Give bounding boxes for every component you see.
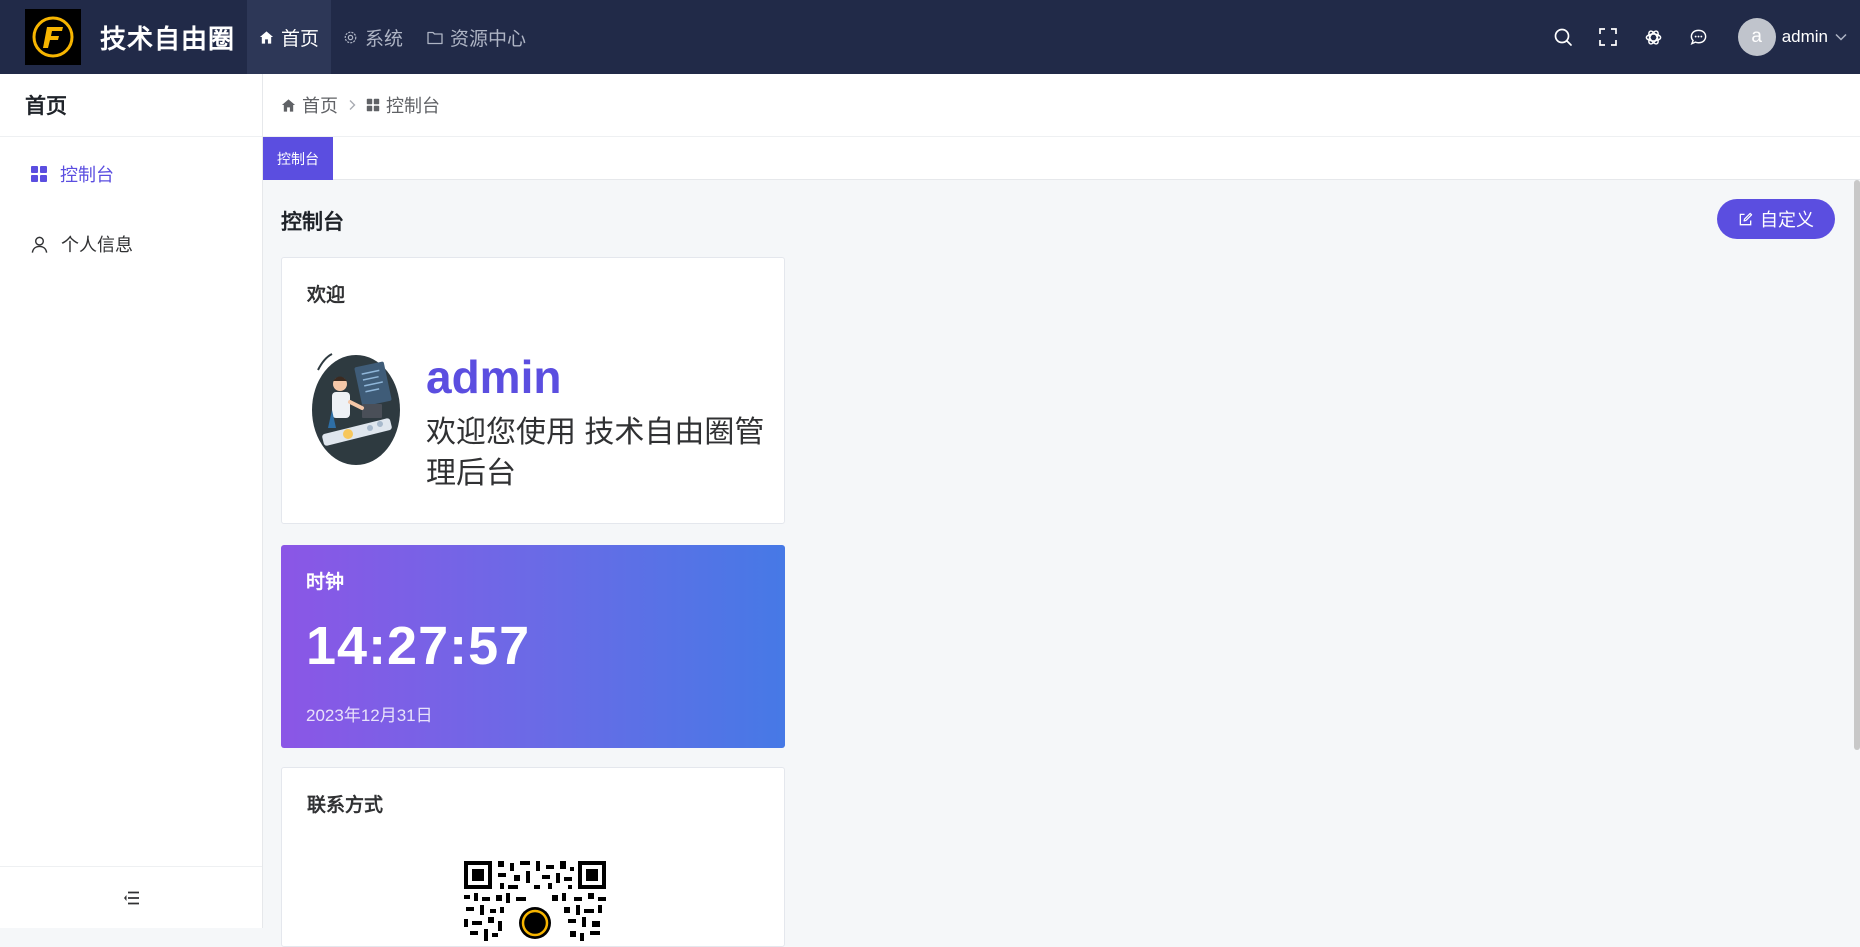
breadcrumb-label: 首页 bbox=[302, 96, 338, 116]
nav-item-system[interactable]: 系统 bbox=[331, 0, 415, 74]
welcome-message: 欢迎您使用 技术自由圈管理后台 bbox=[426, 416, 765, 490]
sidebar-collapse-button[interactable] bbox=[0, 866, 262, 928]
customize-button[interactable]: 自定义 bbox=[1717, 199, 1835, 239]
tab-bar: 控制台 bbox=[263, 137, 1860, 180]
chevron-down-icon bbox=[1835, 33, 1847, 41]
fullscreen-button[interactable] bbox=[1586, 15, 1631, 60]
qr-code bbox=[464, 861, 606, 941]
card-title: 联系方式 bbox=[307, 795, 384, 816]
tab-dashboard[interactable]: 控制台 bbox=[263, 137, 333, 180]
openai-button[interactable] bbox=[1631, 15, 1676, 60]
sidebar-item-profile[interactable]: 个人信息 bbox=[0, 209, 262, 279]
user-icon bbox=[31, 236, 48, 253]
breadcrumb: 首页 控制台 bbox=[263, 74, 1860, 137]
card-title: 欢迎 bbox=[307, 285, 346, 306]
avatar: a bbox=[1737, 18, 1776, 56]
main-content: 控制台 自定义 欢迎 admin 欢迎您使用 技术自由圈管理后台 时钟 14:2… bbox=[263, 180, 1860, 947]
sidebar-title: 首页 bbox=[0, 74, 262, 137]
developer-illustration bbox=[312, 353, 400, 465]
chat-button[interactable] bbox=[1676, 15, 1721, 60]
clock-card: 时钟 14:27:57 2023年12月31日 bbox=[281, 545, 785, 748]
nav-item-label: 首页 bbox=[281, 28, 320, 50]
top-navbar: 技术自由圈 首页 系统 资源中心 a admin bbox=[0, 0, 1860, 74]
folder-icon bbox=[427, 31, 443, 44]
sidebar: 首页 控制台 个人信息 bbox=[0, 74, 263, 928]
search-icon bbox=[1554, 28, 1573, 46]
openai-icon bbox=[1645, 29, 1662, 45]
dashboard-grid-icon bbox=[31, 166, 47, 182]
header-tools: a admin bbox=[1541, 0, 1860, 74]
breadcrumb-label: 控制台 bbox=[386, 96, 440, 116]
page-title: 控制台 bbox=[281, 211, 344, 234]
breadcrumb-item-home[interactable]: 首页 bbox=[281, 92, 338, 118]
edit-icon bbox=[1739, 212, 1753, 225]
clock-date: 2023年12月31日 bbox=[306, 706, 433, 725]
nav-item-label: 系统 bbox=[365, 28, 404, 50]
sidebar-item-label: 个人信息 bbox=[61, 235, 133, 255]
brand-title: 技术自由圈 bbox=[100, 23, 236, 54]
nav-item-label: 资源中心 bbox=[450, 28, 527, 50]
sidebar-item-label: 控制台 bbox=[60, 165, 114, 185]
clock-time: 14:27:57 bbox=[306, 616, 531, 676]
top-nav: 首页 系统 资源中心 bbox=[247, 0, 538, 74]
breadcrumb-item-dashboard[interactable]: 控制台 bbox=[366, 92, 440, 118]
nav-item-home[interactable]: 首页 bbox=[247, 0, 332, 74]
gear-icon bbox=[344, 31, 357, 43]
user-name: admin bbox=[1781, 27, 1828, 46]
user-menu[interactable]: a admin bbox=[1737, 18, 1848, 56]
home-icon bbox=[259, 30, 274, 44]
brand-logo bbox=[25, 9, 81, 65]
fullscreen-icon bbox=[1599, 28, 1618, 46]
contact-card: 联系方式 bbox=[281, 767, 785, 947]
menu-fold-icon bbox=[123, 891, 139, 904]
customize-button-label: 自定义 bbox=[1760, 210, 1814, 230]
welcome-username: admin bbox=[426, 351, 562, 403]
brand[interactable]: 技术自由圈 bbox=[0, 0, 247, 74]
search-button[interactable] bbox=[1541, 15, 1586, 60]
welcome-card: 欢迎 admin 欢迎您使用 技术自由圈管理后台 bbox=[281, 257, 785, 524]
dashboard-grid-icon bbox=[366, 98, 380, 112]
chat-icon bbox=[1690, 29, 1707, 45]
chevron-right-icon bbox=[349, 100, 356, 110]
sidebar-item-dashboard[interactable]: 控制台 bbox=[0, 139, 262, 209]
scrollbar[interactable] bbox=[1854, 180, 1860, 750]
home-icon bbox=[281, 98, 296, 112]
card-title: 时钟 bbox=[306, 572, 345, 593]
nav-item-resource-center[interactable]: 资源中心 bbox=[415, 0, 538, 74]
